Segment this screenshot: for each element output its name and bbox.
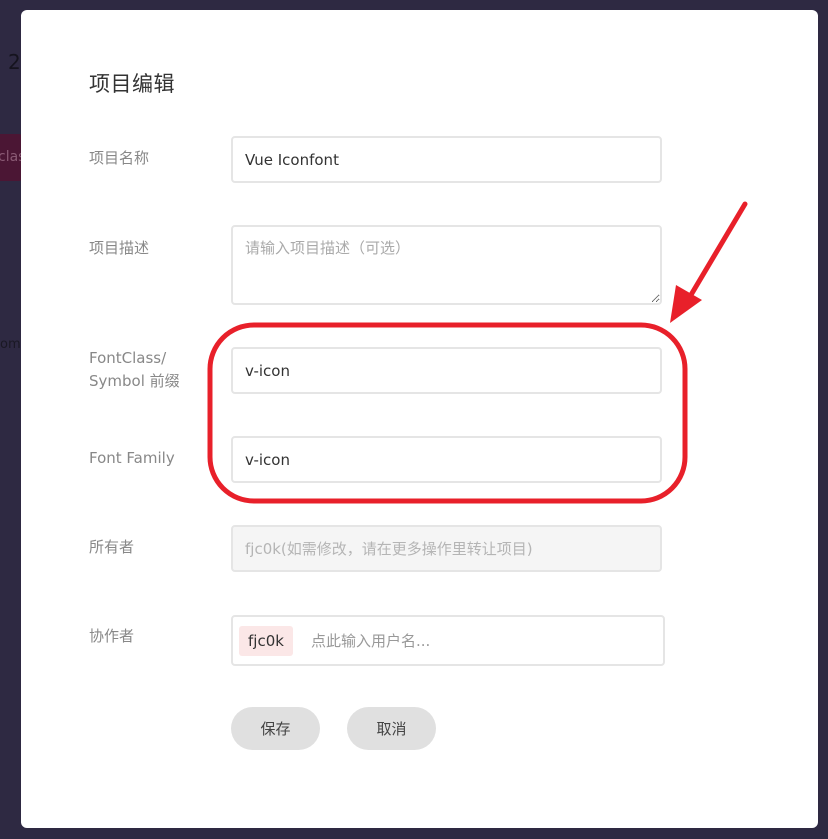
background-page-text: om — [0, 337, 21, 352]
collaborator-search-input[interactable] — [308, 630, 613, 651]
project-name-label: 项目名称 — [89, 149, 150, 167]
background-page-number: 2 — [8, 50, 21, 74]
dialog-title: 项目编辑 — [89, 72, 175, 96]
font-class-prefix-label: FontClass/ Symbol 前缀 — [89, 347, 180, 393]
font-class-prefix-label-line2: Symbol 前缀 — [89, 372, 180, 390]
font-class-prefix-input[interactable] — [231, 347, 662, 394]
cancel-button[interactable]: 取消 — [347, 707, 436, 750]
font-family-label: Font Family — [89, 449, 175, 467]
collaborator-tag[interactable]: fjc0k — [239, 625, 293, 656]
owner-input — [231, 525, 662, 572]
project-description-textarea[interactable] — [231, 225, 662, 305]
font-family-input[interactable] — [231, 436, 662, 483]
project-edit-dialog: 项目编辑 项目名称 项目描述 FontClass/ Symbol 前缀 Font… — [21, 10, 818, 828]
collaborators-label: 协作者 — [89, 627, 135, 645]
project-description-label: 项目描述 — [89, 239, 150, 257]
font-class-prefix-label-line1: FontClass/ — [89, 349, 167, 367]
background-page-tab: clas — [0, 134, 22, 181]
collaborators-field[interactable]: fjc0k — [231, 615, 665, 666]
project-name-input[interactable] — [231, 136, 662, 183]
save-button[interactable]: 保存 — [231, 707, 320, 750]
owner-label: 所有者 — [89, 538, 135, 556]
